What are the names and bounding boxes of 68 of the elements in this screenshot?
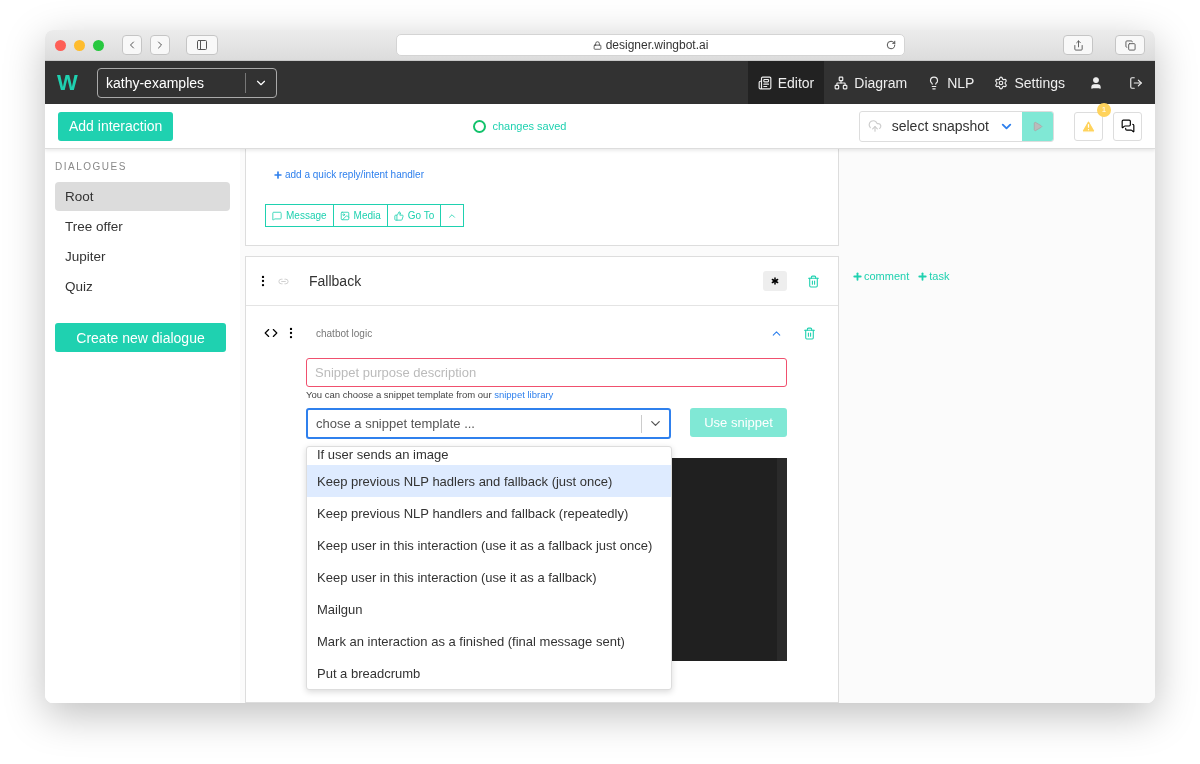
url-text: designer.wingbot.ai bbox=[605, 38, 709, 52]
editor-icon bbox=[757, 75, 772, 90]
logo[interactable]: W bbox=[57, 69, 85, 96]
plus-icon bbox=[852, 270, 863, 282]
logout-icon bbox=[1129, 75, 1143, 90]
nav-tab[interactable]: Diagram bbox=[824, 61, 918, 104]
settings-icon bbox=[994, 75, 1009, 90]
template-select[interactable]: chose a snippet template ... bbox=[306, 408, 671, 439]
close-icon[interactable] bbox=[55, 39, 66, 51]
sidebar-button[interactable] bbox=[186, 35, 218, 55]
add-handler-link[interactable]: add a quick reply/intent handler bbox=[273, 169, 838, 180]
back-button[interactable] bbox=[122, 35, 142, 55]
nav-tab[interactable]: NLP bbox=[917, 61, 985, 104]
sidebar-icon bbox=[196, 39, 208, 51]
template-option[interactable]: Keep user in this interaction (use it as a fallback) bbox=[307, 561, 671, 593]
interaction-title: Fallback bbox=[309, 273, 362, 289]
template-option[interactable]: Mark an interaction as a finished (final message sent) bbox=[307, 625, 671, 657]
forward-button[interactable] bbox=[150, 35, 170, 55]
template-option[interactable]: If user sends an image bbox=[307, 447, 671, 465]
maximize-icon[interactable] bbox=[93, 39, 104, 51]
address-bar[interactable]: designer.wingbot.ai bbox=[396, 34, 905, 56]
play-button[interactable] bbox=[1022, 111, 1053, 141]
chat-button[interactable] bbox=[1113, 111, 1142, 141]
image-icon bbox=[339, 210, 350, 221]
chat-icon bbox=[1120, 119, 1135, 133]
snippet-library-link[interactable]: snippet library bbox=[494, 389, 554, 400]
template-option[interactable]: Mailgun bbox=[307, 593, 671, 625]
help-text: You can choose a snippet template from our snippet library bbox=[306, 389, 555, 400]
reload-icon[interactable] bbox=[886, 40, 896, 50]
description-field[interactable]: Snippet purpose description bbox=[306, 358, 787, 387]
plus-icon bbox=[273, 169, 283, 180]
save-status: changes saved bbox=[492, 120, 567, 132]
share-icon bbox=[1072, 39, 1084, 51]
cloud-upload-icon bbox=[867, 119, 882, 133]
nav-tab[interactable]: Settings bbox=[984, 61, 1075, 104]
snapshot-select[interactable]: select snapshot bbox=[858, 110, 1054, 142]
code-icon bbox=[264, 326, 278, 340]
speech-bubble-icon bbox=[272, 210, 282, 221]
dialogue-item[interactable]: Jupiter bbox=[55, 242, 230, 271]
bot-select[interactable]: kathy-examples bbox=[97, 67, 277, 98]
template-option[interactable]: Keep previous NLP hadlers and fallback (just once) bbox=[307, 465, 671, 497]
warnings-button[interactable] bbox=[1074, 111, 1103, 141]
sidebar-heading: DIALOGUES bbox=[55, 161, 128, 172]
delete-icon[interactable] bbox=[803, 326, 816, 340]
asterisk-icon bbox=[769, 275, 781, 287]
collapse-button[interactable] bbox=[441, 204, 465, 227]
template-option[interactable]: Keep user in this interaction (use it as a fallback just once) bbox=[307, 529, 671, 561]
dialogue-item[interactable]: Tree offer bbox=[55, 212, 230, 241]
tabs-icon bbox=[1124, 39, 1136, 51]
template-option[interactable]: Keep previous NLP handlers and fallback (repeatedly) bbox=[307, 497, 671, 529]
delete-icon[interactable] bbox=[807, 274, 820, 288]
hierarchy-icon bbox=[834, 75, 849, 90]
lock-icon bbox=[592, 40, 602, 50]
minimize-icon[interactable] bbox=[74, 39, 85, 51]
share-button[interactable] bbox=[1063, 35, 1093, 55]
template-option[interactable]: Put a breadcrumb bbox=[307, 657, 671, 689]
saved-status-icon bbox=[473, 119, 487, 133]
dialogue-item[interactable]: Root bbox=[55, 182, 230, 211]
warning-icon bbox=[1081, 118, 1096, 134]
fallback-marker[interactable] bbox=[763, 271, 787, 291]
thumbs-up-icon bbox=[393, 210, 404, 221]
tabs-button[interactable] bbox=[1115, 35, 1145, 55]
user-icon bbox=[1089, 75, 1103, 90]
dialogue-item[interactable]: Quiz bbox=[55, 272, 230, 301]
block-title: chatbot logic bbox=[316, 327, 373, 339]
nav-tab[interactable]: Editor bbox=[747, 61, 825, 104]
play-icon bbox=[1032, 120, 1043, 132]
plus-icon bbox=[917, 270, 929, 282]
